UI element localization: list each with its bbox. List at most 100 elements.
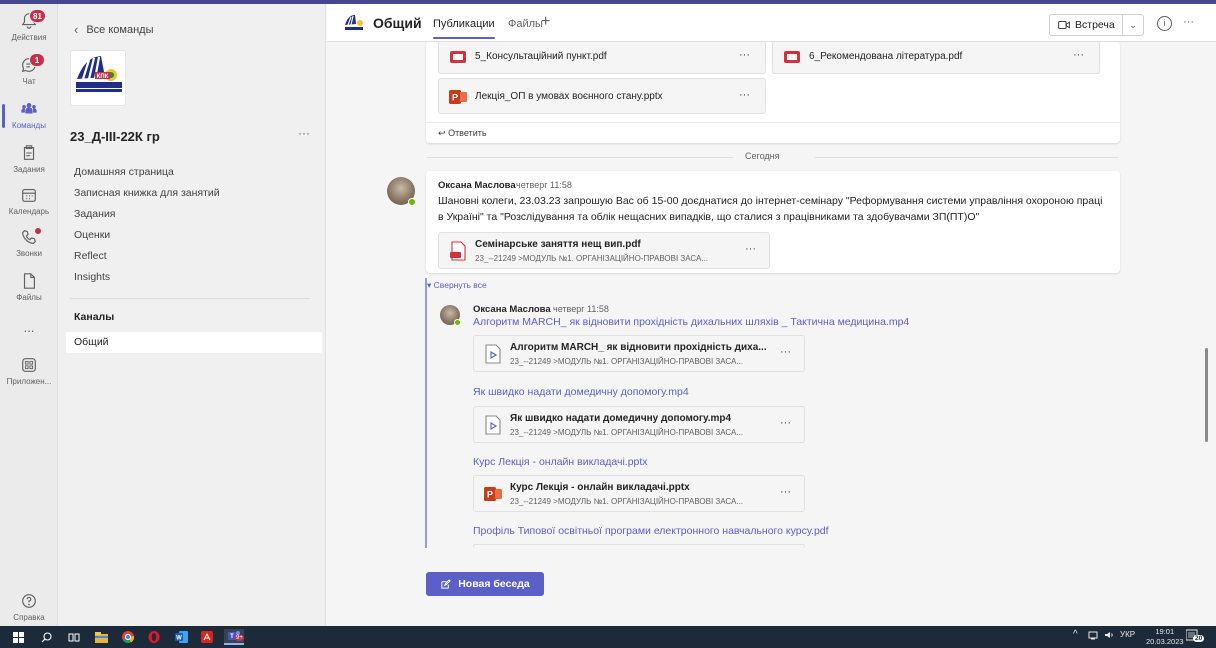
new-conversation-button[interactable]: Новая беседа xyxy=(426,572,544,596)
rail-more-button[interactable]: ... xyxy=(0,306,58,348)
attachment-name: Курс Лекція - онлайн викладачі.pptx xyxy=(510,482,690,493)
tray-chevron-icon[interactable]: ^ xyxy=(1073,629,1078,640)
pdf-file-icon xyxy=(450,51,466,63)
video-file-icon xyxy=(485,415,501,435)
rail-item-teams[interactable]: Команды xyxy=(0,94,58,136)
file-link[interactable]: Профіль Типової освітньої програми елект… xyxy=(473,525,829,537)
teams-icon xyxy=(21,103,37,114)
add-tab-button[interactable]: + xyxy=(541,13,550,31)
nav-item-home[interactable]: Домашняя страница xyxy=(58,162,326,183)
nav-item-insights[interactable]: Insights xyxy=(58,267,326,288)
video-camera-icon xyxy=(1058,21,1070,29)
file-icon xyxy=(23,273,35,289)
assignments-icon xyxy=(23,145,35,160)
rail-item-activity[interactable]: Действия 81 xyxy=(0,6,58,48)
tab-files[interactable]: Файлы xyxy=(508,18,543,30)
nav-item-notebook[interactable]: Записная книжка для занятий xyxy=(58,183,326,204)
pdf-file-icon xyxy=(450,241,466,261)
clock[interactable]: 19:01 20.03.2023 xyxy=(1146,627,1184,647)
nav-item-assignments[interactable]: Задания xyxy=(58,204,326,225)
powerpoint-file-icon: P xyxy=(484,487,502,501)
post-author: Оксана Маслова xyxy=(438,180,516,191)
collapse-all-button[interactable]: ▾ Свернуть все xyxy=(427,280,487,291)
attachment-more-button[interactable]: ··· xyxy=(745,243,756,255)
author-avatar[interactable] xyxy=(387,177,416,206)
attachment-card[interactable]: P Лекція_ОП в умовах воєнного стану.pptx… xyxy=(438,78,766,114)
powerpoint-file-icon: P xyxy=(449,90,467,104)
attachment-card[interactable]: Алгоритм MARCH_ як відновити прохідність… xyxy=(473,335,805,372)
team-more-button[interactable]: ··· xyxy=(298,126,310,140)
reply-button[interactable]: ↩ Ответить xyxy=(438,128,487,139)
attachment-card[interactable]: Як швидко надати домедичну допомогу.mp4 … xyxy=(473,406,805,443)
attachment-more-button[interactable]: ··· xyxy=(780,486,791,498)
rail-item-chat[interactable]: Чат 1 xyxy=(0,50,58,92)
windows-start-icon[interactable] xyxy=(10,629,26,645)
meet-button[interactable]: Встреча xyxy=(1049,14,1122,36)
channel-general[interactable]: Общий xyxy=(66,332,322,353)
meet-dropdown-button[interactable]: ⌄ xyxy=(1122,14,1144,36)
file-link[interactable]: Алгоритм MARCH_ як відновити прохідність… xyxy=(473,316,909,328)
word-icon[interactable]: W xyxy=(172,629,190,645)
rail-item-calls[interactable]: Звонки xyxy=(0,222,58,264)
rail-label: Команды xyxy=(12,121,46,130)
header-more-button[interactable]: ··· xyxy=(1183,16,1194,28)
attachment-name: Семінарське заняття нещ вип.pdf xyxy=(475,239,641,250)
chrome-icon[interactable] xyxy=(119,629,137,645)
notifications-count: 20 xyxy=(1193,635,1205,642)
chevron-down-icon: ▾ xyxy=(427,280,432,290)
file-link[interactable]: Курс Лекція - онлайн викладачі.pptx xyxy=(473,456,648,468)
rail-label: Задания xyxy=(13,165,45,174)
thread-indicator xyxy=(425,278,427,548)
attachment-more-button[interactable]: ··· xyxy=(739,89,750,101)
collapse-label: Свернуть все xyxy=(433,280,487,290)
file-link[interactable]: Як швидко надати домедичну допомогу.mp4 xyxy=(473,386,689,398)
attachment-card[interactable]: 6_Рекомендована література.pdf ··· xyxy=(772,42,1100,74)
file-explorer-icon[interactable] xyxy=(92,629,110,645)
nav-item-grades[interactable]: Оценки xyxy=(58,225,326,246)
keyboard-language[interactable]: УКР xyxy=(1120,630,1135,639)
acrobat-icon[interactable] xyxy=(198,629,216,645)
search-icon[interactable] xyxy=(38,629,54,645)
attachment-more-button[interactable]: ··· xyxy=(739,49,750,61)
notifications-icon[interactable]: 20 xyxy=(1185,629,1205,645)
team-logo-image: КПК xyxy=(76,56,122,92)
attachment-more-button[interactable]: ··· xyxy=(780,417,791,429)
compose-icon xyxy=(441,578,451,589)
help-icon xyxy=(22,594,36,608)
tab-posts[interactable]: Публикации xyxy=(433,18,495,39)
rail-item-files[interactable]: Файлы xyxy=(0,266,58,308)
attachment-name: 6_Рекомендована література.pdf xyxy=(809,51,963,62)
rail-item-apps[interactable]: Приложен... xyxy=(0,350,58,392)
rail-item-assignments[interactable]: Задания xyxy=(0,138,58,180)
rail-item-help[interactable]: Справка xyxy=(0,586,58,628)
reply-author-avatar[interactable] xyxy=(440,305,461,326)
network-icon[interactable] xyxy=(1088,630,1098,642)
task-view-icon[interactable] xyxy=(66,629,82,645)
post-card: Оксана Маслова четверг 11:58 Шановні кол… xyxy=(426,171,1120,273)
opera-icon[interactable] xyxy=(145,629,163,645)
clock-date: 20.03.2023 xyxy=(1146,637,1184,646)
activity-badge: 81 xyxy=(29,9,46,23)
back-to-teams[interactable]: ‹ Все команды xyxy=(74,22,154,37)
attachment-name: Алгоритм MARCH_ як відновити прохідність… xyxy=(510,342,767,353)
more-icon: ... xyxy=(23,319,35,335)
feed-scrollbar[interactable] xyxy=(1205,348,1208,442)
attachment-more-button[interactable]: ··· xyxy=(780,346,791,358)
teams-taskbar-icon[interactable]: T 9+ xyxy=(224,629,244,645)
card-divider xyxy=(426,122,1120,123)
rail-item-calendar[interactable]: Календарь xyxy=(0,180,58,222)
windows-taskbar: W T 9+ ^ УКР 19:01 20.03.2023 20 xyxy=(0,626,1216,648)
nav-item-reflect[interactable]: Reflect xyxy=(58,246,326,267)
rail-label: Справка xyxy=(13,613,45,622)
chevron-left-icon: ‹ xyxy=(74,22,79,37)
attachment-more-button[interactable]: ··· xyxy=(1073,49,1084,61)
attachment-card[interactable]: 5_Консультаційний пункт.pdf ··· xyxy=(438,42,766,74)
attachment-path: 23_--21249 >МОДУЛЬ №1. ОРГАНІЗАЦІЙНО-ПРА… xyxy=(475,254,709,263)
post-time: четверг 11:58 xyxy=(516,180,572,190)
svg-text:T: T xyxy=(230,634,234,640)
attachment-card[interactable]: Семінарське заняття нещ вип.pdf 23_--212… xyxy=(438,232,770,269)
volume-icon[interactable] xyxy=(1104,630,1114,642)
video-file-icon xyxy=(485,344,501,364)
info-icon[interactable]: i xyxy=(1157,16,1172,31)
attachment-card[interactable]: P Курс Лекція - онлайн викладачі.pptx 23… xyxy=(473,475,805,512)
